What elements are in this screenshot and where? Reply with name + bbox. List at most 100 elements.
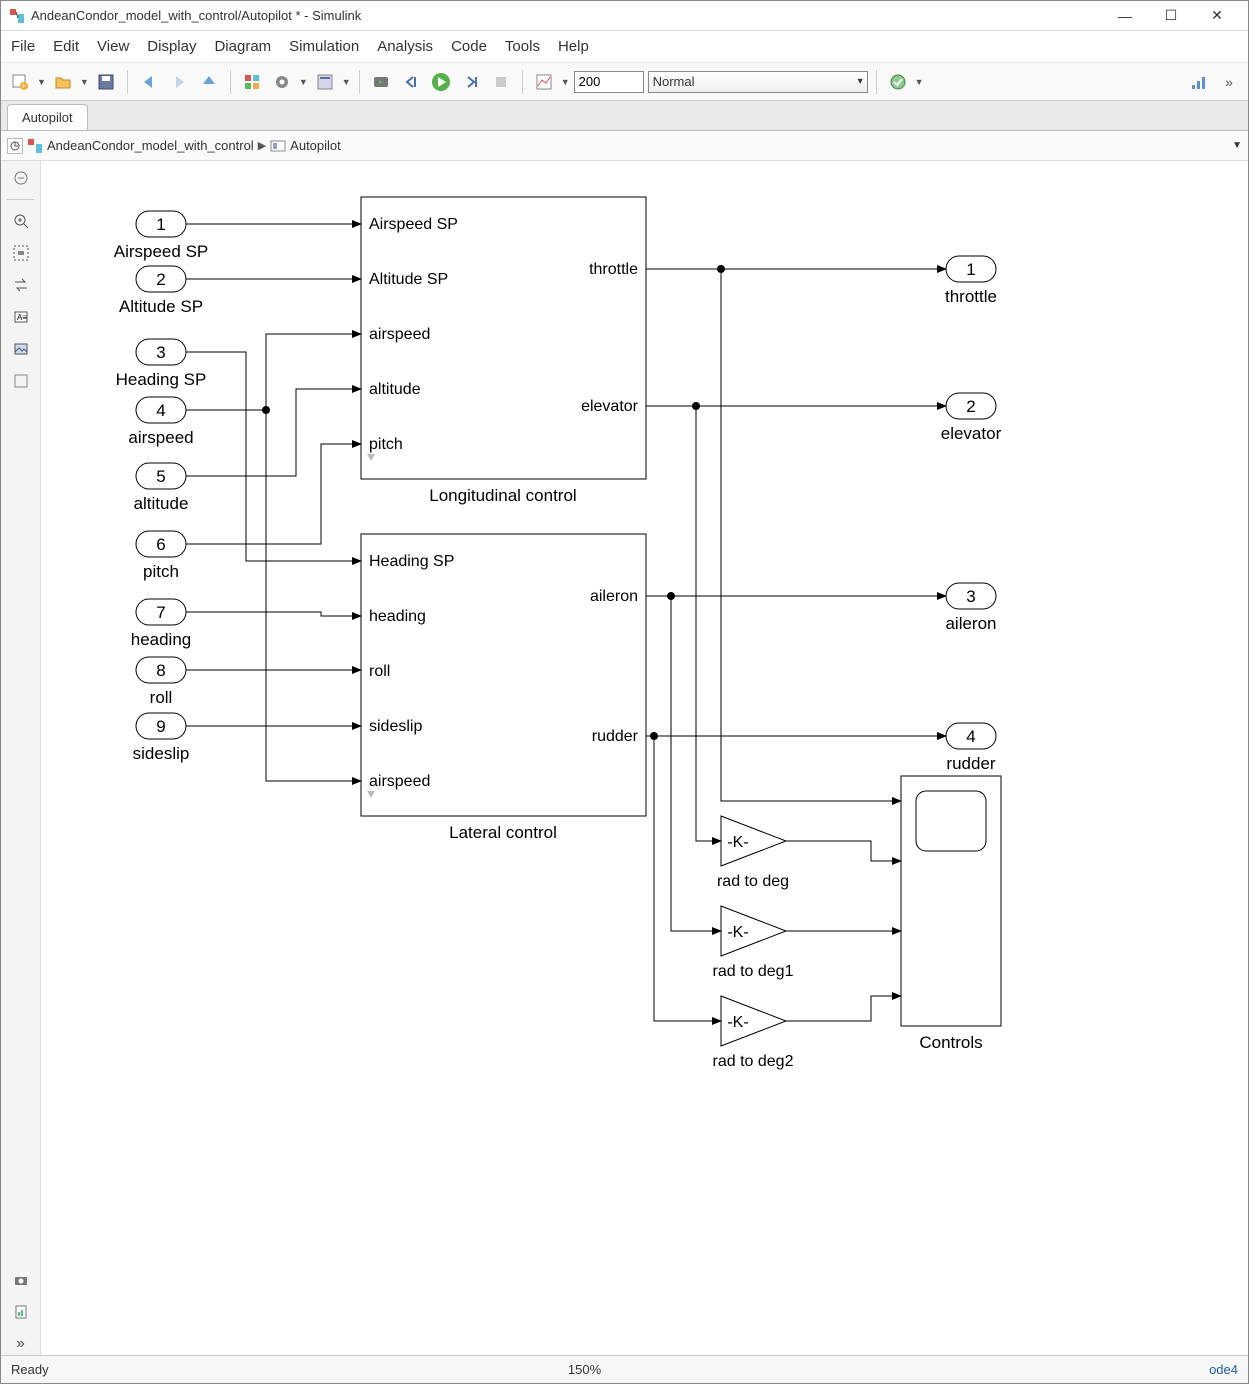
outport-3[interactable]: 3 xyxy=(946,583,996,609)
dropdown-caret-icon[interactable]: ▼ xyxy=(299,77,308,87)
forward-button[interactable] xyxy=(166,69,192,95)
port-label: roll xyxy=(369,663,390,680)
svg-text:4: 4 xyxy=(966,727,975,746)
breadcrumb-root[interactable]: AndeanCondor_model_with_control xyxy=(47,138,254,153)
area-icon[interactable] xyxy=(10,370,32,392)
outport-2[interactable]: 2 xyxy=(946,393,996,419)
expand-right-icon[interactable]: » xyxy=(1216,69,1242,95)
stop-time-input[interactable] xyxy=(574,71,644,93)
inport-3[interactable]: 3 xyxy=(136,339,186,365)
data-inspector-button[interactable] xyxy=(531,69,557,95)
dropdown-caret-icon[interactable]: ▼ xyxy=(342,77,351,87)
svg-text:-K-: -K- xyxy=(727,924,748,941)
simulation-mode-select[interactable]: Normal ▾ xyxy=(648,71,868,93)
open-button[interactable] xyxy=(50,69,76,95)
run-button[interactable] xyxy=(428,69,454,95)
status-solver[interactable]: ode4 xyxy=(1158,1362,1238,1377)
inport-5[interactable]: 5 xyxy=(136,463,186,489)
status-zoom[interactable]: 150% xyxy=(485,1362,685,1377)
menu-simulation[interactable]: Simulation xyxy=(289,38,359,55)
close-button[interactable]: ✕ xyxy=(1194,1,1240,31)
save-button[interactable] xyxy=(93,69,119,95)
dropdown-caret-icon[interactable]: ▼ xyxy=(561,77,570,87)
scope-label: Controls xyxy=(919,1033,982,1052)
gain-label: rad to deg2 xyxy=(713,1053,794,1070)
svg-text:+: + xyxy=(21,81,26,91)
inport-4[interactable]: 4 xyxy=(136,397,186,423)
maximize-button[interactable]: ☐ xyxy=(1148,1,1194,31)
chevron-right-icon: ▶ xyxy=(258,139,266,152)
outport-label: rudder xyxy=(946,754,995,773)
dropdown-caret-icon[interactable]: ▼ xyxy=(915,77,924,87)
menu-analysis[interactable]: Analysis xyxy=(377,38,433,55)
step-back-button[interactable] xyxy=(398,69,424,95)
step-forward-button[interactable] xyxy=(458,69,484,95)
gain-rad-to-deg2[interactable]: -K- xyxy=(721,996,786,1046)
gain-rad-to-deg[interactable]: -K- xyxy=(721,816,786,866)
stop-button[interactable] xyxy=(488,69,514,95)
menu-file[interactable]: File xyxy=(11,38,35,55)
main-area: A≡ » Longitudinal control Airspeed SP Al… xyxy=(1,161,1248,1355)
inport-label: sideslip xyxy=(133,744,190,763)
tune-button[interactable] xyxy=(1186,69,1212,95)
chevron-down-icon: ▾ xyxy=(858,76,863,87)
tab-autopilot[interactable]: Autopilot xyxy=(7,104,88,130)
menu-edit[interactable]: Edit xyxy=(53,38,79,55)
minimize-button[interactable]: — xyxy=(1102,1,1148,31)
expand-icon[interactable]: » xyxy=(10,1333,32,1355)
svg-text:1: 1 xyxy=(156,215,165,234)
block-longitudinal-label: Longitudinal control xyxy=(429,486,576,505)
status-ready: Ready xyxy=(11,1362,485,1377)
zoom-icon[interactable] xyxy=(10,210,32,232)
port-label: rudder xyxy=(592,728,639,745)
gain-label: rad to deg xyxy=(717,873,789,890)
inport-label: pitch xyxy=(143,562,179,581)
status-bar: Ready 150% ode4 xyxy=(1,1355,1248,1383)
hide-browser-icon[interactable] xyxy=(10,167,32,189)
menu-display[interactable]: Display xyxy=(147,38,196,55)
svg-text:8: 8 xyxy=(156,661,165,680)
model-config-button[interactable] xyxy=(269,69,295,95)
diagram-canvas[interactable]: Longitudinal control Airspeed SP Altitud… xyxy=(41,161,1248,1355)
simulation-mode-value: Normal xyxy=(653,74,695,89)
fast-restart-button[interactable] xyxy=(368,69,394,95)
breadcrumb-bar: AndeanCondor_model_with_control ▶ Autopi… xyxy=(1,131,1248,161)
gain-label: rad to deg1 xyxy=(713,963,794,980)
svg-text:4: 4 xyxy=(156,401,165,420)
inport-6[interactable]: 6 xyxy=(136,531,186,557)
inport-9[interactable]: 9 xyxy=(136,713,186,739)
up-button[interactable] xyxy=(196,69,222,95)
dropdown-caret-icon[interactable]: ▼ xyxy=(80,77,89,87)
inport-1[interactable]: 1 xyxy=(136,211,186,237)
menu-view[interactable]: View xyxy=(97,38,129,55)
toolbar: + ▼ ▼ ▼ ▼ ▼ Normal ▾ ▼ » xyxy=(1,63,1248,101)
inport-7[interactable]: 7 xyxy=(136,599,186,625)
breadcrumb-child[interactable]: Autopilot xyxy=(290,138,341,153)
model-explorer-button[interactable] xyxy=(312,69,338,95)
swap-io-icon[interactable] xyxy=(10,274,32,296)
menu-tools[interactable]: Tools xyxy=(505,38,540,55)
menu-code[interactable]: Code xyxy=(451,38,487,55)
port-label: heading xyxy=(369,608,426,625)
model-report-icon[interactable] xyxy=(10,1301,32,1323)
menu-diagram[interactable]: Diagram xyxy=(214,38,271,55)
back-button[interactable] xyxy=(136,69,162,95)
fit-view-icon[interactable] xyxy=(10,242,32,264)
port-label: Heading SP xyxy=(369,553,454,570)
inport-8[interactable]: 8 xyxy=(136,657,186,683)
chevron-down-icon[interactable]: ▼ xyxy=(1232,140,1242,151)
inport-2[interactable]: 2 xyxy=(136,266,186,292)
outport-1[interactable]: 1 xyxy=(946,256,996,282)
build-button[interactable] xyxy=(885,69,911,95)
new-model-button[interactable]: + xyxy=(7,69,33,95)
screenshot-icon[interactable] xyxy=(10,1269,32,1291)
image-icon[interactable] xyxy=(10,338,32,360)
gain-rad-to-deg1[interactable]: -K- xyxy=(721,906,786,956)
menu-help[interactable]: Help xyxy=(558,38,589,55)
library-browser-button[interactable] xyxy=(239,69,265,95)
outport-4[interactable]: 4 xyxy=(946,723,996,749)
scope-controls[interactable] xyxy=(901,776,1001,1026)
dropdown-caret-icon[interactable]: ▼ xyxy=(37,77,46,87)
nav-out-button[interactable] xyxy=(7,138,23,154)
annotation-icon[interactable]: A≡ xyxy=(10,306,32,328)
